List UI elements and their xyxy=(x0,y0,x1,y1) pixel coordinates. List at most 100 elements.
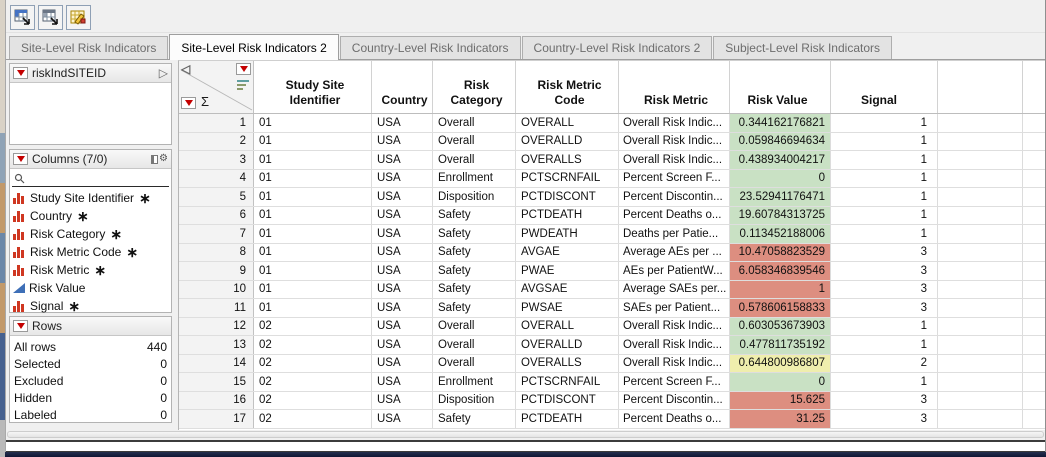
column-header-risk-category[interactable]: Risk Category xyxy=(433,61,516,113)
cell-metric-code[interactable]: OVERALLD xyxy=(516,336,619,354)
risk-value-cell[interactable]: 0.644800986807 xyxy=(730,355,831,373)
row-number[interactable]: 9 xyxy=(179,262,254,280)
row-number[interactable]: 16 xyxy=(179,392,254,410)
cell-site[interactable]: 01 xyxy=(254,281,372,299)
risk-value-cell[interactable]: 0.344162176821 xyxy=(730,114,831,132)
row-number[interactable]: 3 xyxy=(179,151,254,169)
cell-category[interactable]: Safety xyxy=(433,244,516,262)
cell-country[interactable]: USA xyxy=(372,410,433,428)
cell-country[interactable]: USA xyxy=(372,133,433,151)
cell-metric-code[interactable]: PCTDISCONT xyxy=(516,392,619,410)
risk-value-cell[interactable]: 0.113452188006 xyxy=(730,225,831,243)
cell-site[interactable]: 01 xyxy=(254,299,372,317)
cell-site[interactable]: 02 xyxy=(254,355,372,373)
tab-site-level-risk-indicators[interactable]: Site-Level Risk Indicators xyxy=(9,36,168,59)
column-header-risk-value[interactable]: Risk Value xyxy=(730,61,831,113)
column-header-signal[interactable]: Signal xyxy=(831,61,938,113)
cell-metric-code[interactable]: PCTSCRNFAIL xyxy=(516,373,619,391)
cell-signal[interactable]: 1 xyxy=(831,318,938,336)
cell-metric-code[interactable]: PCTDEATH xyxy=(516,207,619,225)
cell-risk-metric[interactable]: Percent Screen F... xyxy=(619,170,730,188)
cell-risk-metric[interactable]: Percent Screen F... xyxy=(619,373,730,391)
risk-value-cell[interactable]: 15.625 xyxy=(730,392,831,410)
cell-risk-metric[interactable]: AEs per PatientW... xyxy=(619,262,730,280)
cell-risk-metric[interactable]: Percent Deaths o... xyxy=(619,207,730,225)
cell-category[interactable]: Safety xyxy=(433,281,516,299)
cell-metric-code[interactable]: PWAE xyxy=(516,262,619,280)
row-number[interactable]: 8 xyxy=(179,244,254,262)
cell-category[interactable]: Enrollment xyxy=(433,373,516,391)
row-number[interactable]: 10 xyxy=(179,281,254,299)
disclosure-icon[interactable]: ▷ xyxy=(159,67,168,79)
table-link-button[interactable] xyxy=(10,5,35,30)
cell-category[interactable]: Overall xyxy=(433,318,516,336)
column-header-risk-metric-code[interactable]: Risk Metric Code xyxy=(516,61,619,113)
sum-icon[interactable]: Σ xyxy=(201,94,209,110)
column-item-risk-metric[interactable]: Risk Metric ∗ xyxy=(13,261,171,279)
cell-risk-metric[interactable]: Percent Discontin... xyxy=(619,392,730,410)
cell-site[interactable]: 02 xyxy=(254,336,372,354)
risk-value-cell[interactable]: 0.477811735192 xyxy=(730,336,831,354)
row-number[interactable]: 17 xyxy=(179,410,254,428)
cell-signal[interactable]: 1 xyxy=(831,114,938,132)
row-number[interactable]: 15 xyxy=(179,373,254,391)
tab-site-level-risk-indicators-2[interactable]: Site-Level Risk Indicators 2 xyxy=(169,34,338,60)
cell-metric-code[interactable]: AVGSAE xyxy=(516,281,619,299)
cell-metric-code[interactable]: PWSAE xyxy=(516,299,619,317)
cell-risk-metric[interactable]: Percent Deaths o... xyxy=(619,410,730,428)
cell-site[interactable]: 02 xyxy=(254,318,372,336)
cell-site[interactable]: 02 xyxy=(254,373,372,391)
cell-category[interactable]: Disposition xyxy=(433,188,516,206)
cell-category[interactable]: Safety xyxy=(433,262,516,280)
cell-signal[interactable]: 1 xyxy=(831,133,938,151)
cell-risk-metric[interactable]: SAEs per Patient... xyxy=(619,299,730,317)
column-item-risk-value[interactable]: Risk Value xyxy=(13,279,171,297)
column-search-input[interactable] xyxy=(28,172,170,185)
cell-category[interactable]: Overall xyxy=(433,114,516,132)
cell-country[interactable]: USA xyxy=(372,225,433,243)
red-triangle-menu-icon[interactable] xyxy=(13,153,28,165)
cell-category[interactable]: Overall xyxy=(433,336,516,354)
risk-value-cell[interactable]: 0.603053673903 xyxy=(730,318,831,336)
cell-signal[interactable]: 2 xyxy=(831,355,938,373)
cell-country[interactable]: USA xyxy=(372,151,433,169)
cell-risk-metric[interactable]: Overall Risk Indic... xyxy=(619,355,730,373)
cell-risk-metric[interactable]: Overall Risk Indic... xyxy=(619,133,730,151)
cell-risk-metric[interactable]: Deaths per Patie... xyxy=(619,225,730,243)
cell-signal[interactable]: 1 xyxy=(831,225,938,243)
risk-value-cell[interactable]: 0.438934004217 xyxy=(730,151,831,169)
cell-site[interactable]: 01 xyxy=(254,133,372,151)
row-number[interactable]: 4 xyxy=(179,170,254,188)
cell-country[interactable]: USA xyxy=(372,188,433,206)
cell-metric-code[interactable]: PWDEATH xyxy=(516,225,619,243)
risk-value-cell[interactable]: 0.059846694634 xyxy=(730,133,831,151)
cell-metric-code[interactable]: OVERALLS xyxy=(516,151,619,169)
cell-site[interactable]: 01 xyxy=(254,207,372,225)
cell-site[interactable]: 02 xyxy=(254,392,372,410)
row-number[interactable]: 7 xyxy=(179,225,254,243)
tab-subject-level-risk-indicators[interactable]: Subject-Level Risk Indicators xyxy=(713,36,892,59)
cell-category[interactable]: Safety xyxy=(433,207,516,225)
sort-order-icon[interactable] xyxy=(237,80,249,90)
table-edit-button[interactable] xyxy=(66,5,91,30)
rows-menu-icon[interactable] xyxy=(181,97,196,109)
cell-signal[interactable]: 1 xyxy=(831,170,938,188)
cell-metric-code[interactable]: PCTDISCONT xyxy=(516,188,619,206)
cell-category[interactable]: Disposition xyxy=(433,392,516,410)
cell-metric-code[interactable]: PCTSCRNFAIL xyxy=(516,170,619,188)
column-item-risk-metric-code[interactable]: Risk Metric Code ∗ xyxy=(13,243,171,261)
cell-country[interactable]: USA xyxy=(372,299,433,317)
cell-signal[interactable]: 3 xyxy=(831,262,938,280)
row-number[interactable]: 5 xyxy=(179,188,254,206)
table-link-button-2[interactable] xyxy=(38,5,63,30)
cell-site[interactable]: 01 xyxy=(254,114,372,132)
cell-category[interactable]: Safety xyxy=(433,410,516,428)
column-header-country[interactable]: Country xyxy=(372,61,433,113)
cell-signal[interactable]: 3 xyxy=(831,410,938,428)
cell-site[interactable]: 01 xyxy=(254,225,372,243)
row-number[interactable]: 1 xyxy=(179,114,254,132)
tab-country-level-risk-indicators-2[interactable]: Country-Level Risk Indicators 2 xyxy=(522,36,713,59)
cell-country[interactable]: USA xyxy=(372,355,433,373)
row-stat-excluded[interactable]: Excluded 0 xyxy=(14,372,167,389)
risk-value-cell[interactable]: 31.25 xyxy=(730,410,831,428)
